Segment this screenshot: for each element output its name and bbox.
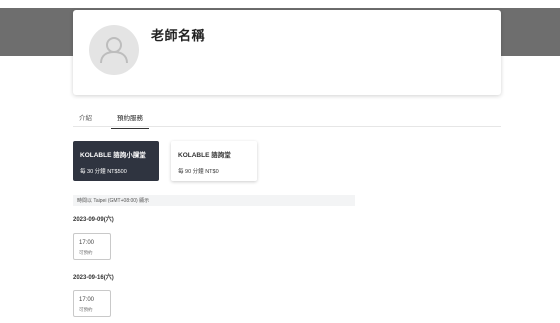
slot-time: 17:00 bbox=[79, 240, 95, 246]
time-slot[interactable]: 17:00 可預約 bbox=[73, 233, 111, 260]
service-title: KOLABLE 諮詢堂 bbox=[178, 152, 231, 159]
teacher-name: 老師名稱 bbox=[151, 28, 206, 43]
slot-status: 可預約 bbox=[79, 307, 93, 312]
profile-card: 老師名稱 bbox=[73, 10, 501, 95]
timezone-notice: 時間以 Taipei (GMT+08:00) 顯示 bbox=[73, 195, 355, 206]
service-card-consult-class[interactable]: KOLABLE 諮詢小課堂 每 30 分鐘 NT$500 bbox=[73, 141, 159, 181]
time-slot[interactable]: 17:00 可預約 bbox=[73, 290, 111, 317]
tab-booking-services-label: 預約服務 bbox=[117, 115, 143, 122]
service-price: 每 90 分鐘 NT$0 bbox=[178, 169, 219, 175]
date-heading: 2023-09-16(六) bbox=[73, 275, 114, 281]
service-title: KOLABLE 諮詢小課堂 bbox=[80, 152, 146, 159]
timezone-notice-text: 時間以 Taipei (GMT+08:00) 顯示 bbox=[77, 198, 150, 204]
tab-intro-label: 介紹 bbox=[79, 115, 92, 122]
tab-bar: 介紹 預約服務 bbox=[73, 108, 501, 129]
slot-status: 可預約 bbox=[79, 250, 93, 255]
service-card-consult-hall[interactable]: KOLABLE 諮詢堂 每 90 分鐘 NT$0 bbox=[171, 141, 257, 181]
active-tab-indicator bbox=[111, 127, 149, 129]
service-price: 每 30 分鐘 NT$500 bbox=[80, 169, 127, 175]
tab-booking-services[interactable]: 預約服務 bbox=[111, 112, 149, 129]
date-heading: 2023-09-09(六) bbox=[73, 217, 114, 223]
slot-time: 17:00 bbox=[79, 297, 95, 303]
tab-intro[interactable]: 介紹 bbox=[79, 112, 92, 122]
user-avatar-icon bbox=[89, 25, 139, 75]
